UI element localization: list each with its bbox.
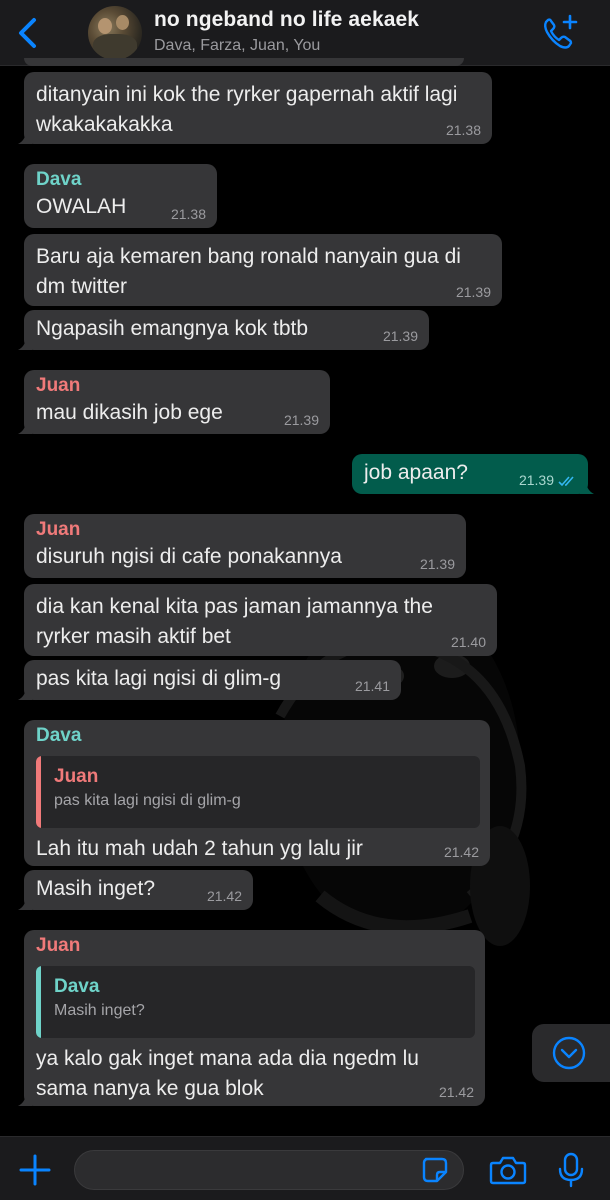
microphone-button[interactable] — [556, 1151, 586, 1189]
message-text: dia kan kenal kita pas jaman jamannya th… — [36, 595, 433, 648]
message-bubble[interactable]: ditanyain ini kok the ryrker gapernah ak… — [18, 72, 492, 144]
message-text: Lah itu mah udah 2 tahun yg lalu jir — [36, 837, 363, 860]
quoted-message[interactable]: Juan pas kita lagi ngisi di glim-g — [36, 756, 480, 828]
message-time: 21.39 — [419, 556, 455, 572]
quoted-sender: Juan — [54, 766, 99, 787]
message-time: 21.39 — [518, 472, 554, 488]
back-button[interactable] — [12, 14, 46, 52]
message-bubble[interactable]: dia kan kenal kita pas jaman jamannya th… — [24, 584, 497, 656]
message-bubble[interactable]: Juan disuruh ngisi di cafe ponakannya 21… — [24, 514, 466, 578]
sender-name: Juan — [36, 519, 81, 540]
message-bubble[interactable]: Ngapasih emangnya kok tbtb 21.39 — [18, 310, 429, 350]
read-ticks-icon — [558, 476, 574, 487]
message-bubble[interactable]: Baru aja kemaren bang ronald nanyain gua… — [24, 234, 502, 306]
message-text: mau dikasih job ege — [36, 401, 223, 424]
message-time: 21.40 — [450, 634, 486, 650]
message-bubble-partial — [24, 58, 464, 66]
bubble-tail — [18, 130, 32, 144]
quoted-sender: Dava — [54, 976, 100, 997]
phone-plus-icon — [544, 14, 578, 49]
message-text: ya kalo gak inget mana ada dia ngedm lu … — [36, 1047, 419, 1100]
message-time: 21.41 — [354, 678, 390, 694]
message-text: Baru aja kemaren bang ronald nanyain gua… — [36, 245, 461, 298]
message-bubble-reply[interactable]: Juan Dava Masih inget? ya kalo gak inget… — [18, 930, 485, 1106]
sticker-icon — [422, 1157, 448, 1183]
message-input[interactable] — [74, 1150, 464, 1190]
bubble-tail — [18, 896, 32, 910]
quoted-text: pas kita lagi ngisi di glim-g — [54, 792, 241, 809]
composer-bar — [0, 1136, 610, 1200]
bubble-tail — [18, 336, 32, 350]
message-time: 21.42 — [443, 844, 479, 860]
message-text: Ngapasih emangnya kok tbtb — [36, 317, 309, 340]
message-time: 21.38 — [445, 122, 481, 138]
message-bubble[interactable]: Masih inget? 21.42 — [18, 870, 253, 910]
scroll-to-bottom-button[interactable] — [532, 1024, 610, 1082]
bubble-tail — [18, 1092, 32, 1106]
sticker-button[interactable] — [420, 1155, 450, 1185]
message-text: disuruh ngisi di cafe ponakannya — [36, 545, 342, 568]
plus-icon — [19, 1154, 51, 1186]
message-text: ditanyain ini kok the ryrker gapernah ak… — [36, 83, 458, 136]
message-bubble[interactable]: Dava OWALAH 21.38 — [24, 164, 217, 228]
message-bubble-outgoing[interactable]: job apaan? 21.39 — [352, 454, 594, 494]
message-time: 21.42 — [206, 888, 242, 904]
chevron-left-icon — [19, 18, 36, 48]
message-time: 21.38 — [170, 206, 206, 222]
bubble-tail — [18, 420, 32, 434]
bubble-tail — [580, 480, 594, 494]
message-bubble[interactable]: pas kita lagi ngisi di glim-g 21.41 — [18, 660, 401, 700]
sender-name: Dava — [36, 169, 82, 190]
message-time: 21.42 — [438, 1084, 474, 1100]
chat-header: no ngeband no life aekaek Dava, Farza, J… — [0, 0, 610, 66]
microphone-icon — [558, 1152, 584, 1188]
chat-members[interactable]: Dava, Farza, Juan, You — [154, 37, 320, 55]
add-call-button[interactable] — [538, 12, 580, 52]
message-bubble-reply[interactable]: Dava Juan pas kita lagi ngisi di glim-g … — [24, 720, 490, 866]
quoted-text: Masih inget? — [54, 1002, 145, 1019]
quote-bar — [36, 756, 41, 828]
message-text: pas kita lagi ngisi di glim-g — [36, 667, 282, 690]
quote-bar — [36, 966, 41, 1038]
camera-button[interactable] — [488, 1154, 528, 1186]
message-time: 21.39 — [455, 284, 491, 300]
chevron-down-circle-icon — [552, 1036, 586, 1070]
chat-title[interactable]: no ngeband no life aekaek — [154, 8, 419, 32]
message-time: 21.39 — [283, 412, 319, 428]
sender-name: Juan — [36, 935, 81, 956]
attach-button[interactable] — [18, 1153, 52, 1187]
sender-name: Dava — [36, 725, 82, 746]
camera-icon — [489, 1156, 527, 1185]
sender-name: Juan — [36, 375, 81, 396]
bubble-tail — [18, 686, 32, 700]
group-avatar[interactable] — [88, 6, 142, 60]
message-bubble[interactable]: Juan mau dikasih job ege 21.39 — [18, 370, 330, 434]
quoted-message[interactable]: Dava Masih inget? — [36, 966, 475, 1038]
message-time: 21.39 — [382, 328, 418, 344]
